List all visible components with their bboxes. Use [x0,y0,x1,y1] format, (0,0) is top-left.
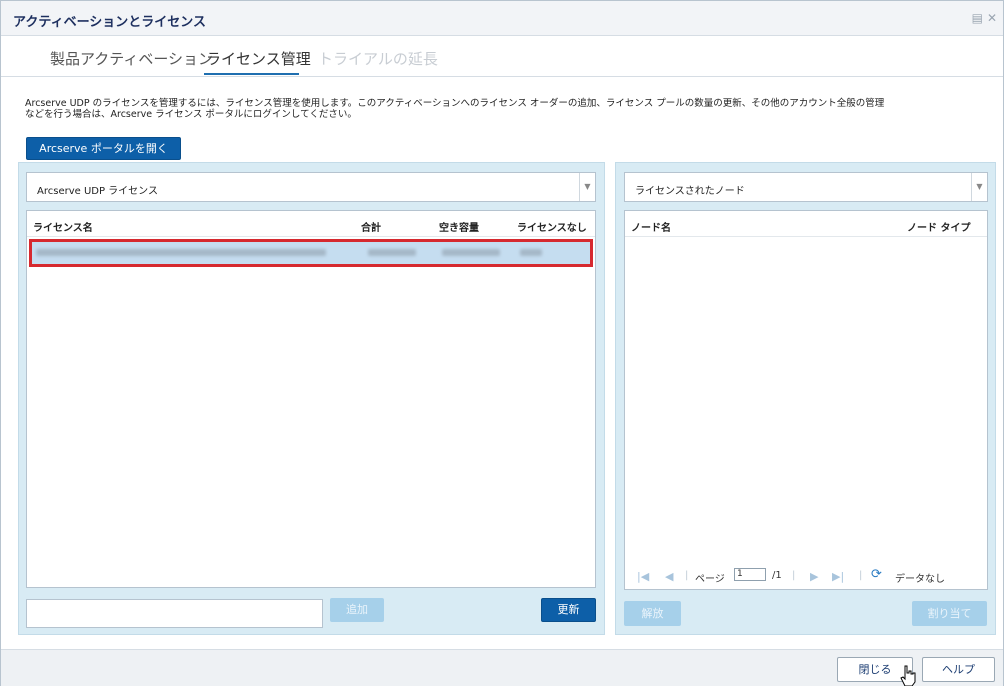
next-page-icon: ▶ [810,570,819,583]
node-pager: |◀ ◀ | ページ 1 /1 | ▶ ▶| | ⟳ データなし [633,567,973,587]
license-type-select[interactable]: Arcserve UDP ライセンス ▼ [26,172,596,202]
activation-license-dialog: アクティベーションとライセンス ▤ ✕ 製品アクティベーション ライセンス管理 ト… [0,0,1004,686]
last-page-icon: ▶| [832,570,845,583]
minimize-icon[interactable]: ▤ [972,11,983,25]
page-number-input[interactable]: 1 [734,568,766,581]
description-line-1: Arcserve UDP のライセンスを管理するには、ライセンス管理を使用します… [25,98,885,109]
node-grid: ノード名 ノード タイプ [624,210,988,590]
chevron-down-icon[interactable]: ▼ [971,173,987,201]
column-node-type[interactable]: ノード タイプ [907,219,970,234]
description-line-2: などを行う場合は、Arcserve ライセンス ポータルにログインしてください。 [25,109,357,120]
pager-status: データなし [895,574,945,585]
release-button: 解放 [624,601,681,626]
first-page-icon: |◀ [637,570,650,583]
node-grid-header: ノード名 ノード タイプ [625,211,987,237]
hand-cursor-icon [900,665,916,686]
open-portal-button[interactable]: Arcserve ポータルを開く [26,137,181,160]
nodes-panel: ライセンスされたノード ▼ ノード名 ノード タイプ 解放 割り当て [615,162,996,635]
pager-separator: | [859,570,863,581]
redacted-unlicensed [520,249,542,256]
tab-bar: 製品アクティベーション ライセンス管理 トライアルの延長 [1,37,1003,77]
assign-button: 割り当て [912,601,987,626]
node-filter-select[interactable]: ライセンスされたノード ▼ [624,172,988,202]
redacted-free [442,249,500,256]
column-total[interactable]: 合計 [361,219,381,234]
dialog-footer: 閉じる ヘルプ [1,649,1003,686]
title-bar: アクティベーションとライセンス ▤ ✕ [1,1,1003,36]
table-row-selected[interactable] [29,239,593,267]
redacted-license-name [36,249,326,256]
close-icon[interactable]: ✕ [987,11,997,25]
refresh-icon[interactable]: ⟳ [871,567,882,582]
license-grid-header: ライセンス名 合計 空き容量 ライセンスなし [27,211,595,237]
pager-separator: | [792,570,796,581]
tab-trial-extension: トライアルの延長 [318,50,438,68]
description-text: Arcserve UDP のライセンスを管理するには、ライセンス管理を使用します… [25,98,925,120]
window-controls: ▤ ✕ [968,11,997,25]
column-node-name[interactable]: ノード名 [631,219,671,234]
previous-page-icon: ◀ [665,570,674,583]
page-total: /1 [772,570,782,581]
tab-product-activation[interactable]: 製品アクティベーション [50,48,213,69]
column-unlicensed[interactable]: ライセンスなし [517,219,587,234]
node-filter-value: ライセンスされたノード [635,186,745,197]
chevron-down-icon[interactable]: ▼ [579,173,595,201]
tab-license-management[interactable]: ライセンス管理 [206,48,311,69]
license-key-input[interactable] [26,599,323,628]
license-panel: Arcserve UDP ライセンス ▼ ライセンス名 合計 空き容量 ライセン… [18,162,605,635]
active-tab-indicator [204,73,299,75]
license-grid: ライセンス名 合計 空き容量 ライセンスなし [26,210,596,588]
help-button[interactable]: ヘルプ [922,657,995,682]
column-license-name[interactable]: ライセンス名 [33,219,93,234]
add-button: 追加 [330,598,384,622]
column-free[interactable]: 空き容量 [439,219,479,234]
dialog-title: アクティベーションとライセンス [13,15,207,30]
license-type-value: Arcserve UDP ライセンス [37,186,158,197]
redacted-total [368,249,416,256]
page-label: ページ [695,574,725,585]
pager-separator: | [685,570,689,581]
refresh-button[interactable]: 更新 [541,598,596,622]
